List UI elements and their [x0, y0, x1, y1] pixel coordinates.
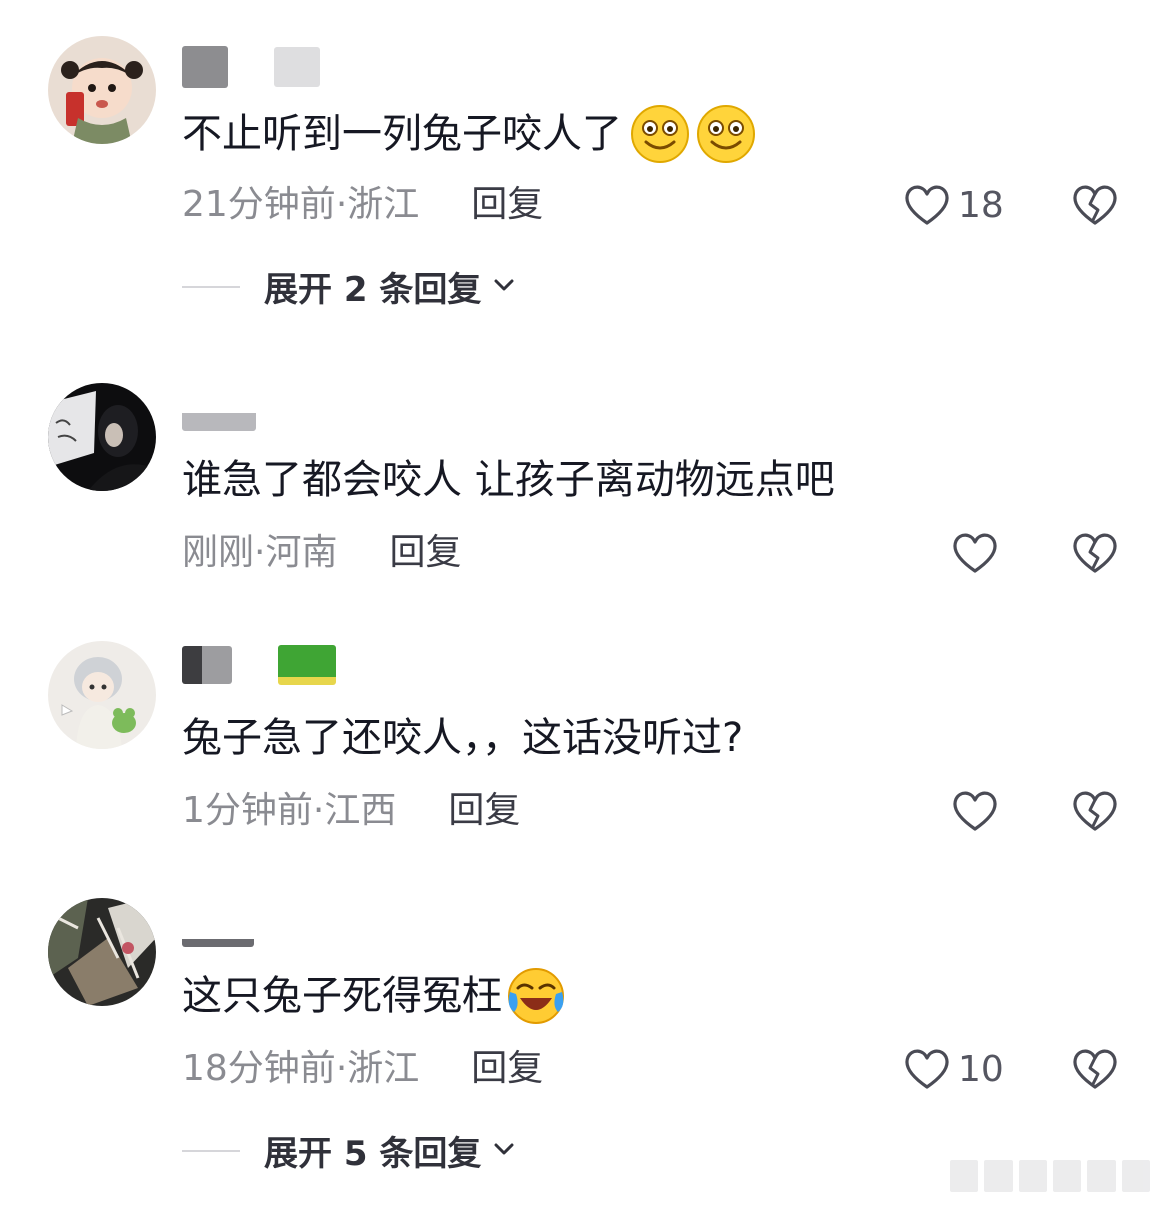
like-button[interactable] — [950, 786, 1000, 836]
comment-text-row: 谁急了都会咬人 让孩子离动物远点吧 — [182, 452, 835, 508]
laughing-crying-face-icon — [506, 966, 566, 1026]
like-count: 18 — [958, 184, 1004, 226]
divider-line — [182, 285, 240, 288]
avatar[interactable] — [48, 898, 156, 1006]
username[interactable] — [182, 44, 366, 90]
expand-replies-label: 展开 5 条回复 — [264, 1134, 482, 1174]
meta-separator: · — [335, 1048, 348, 1089]
comment-meta: 刚刚 · 河南 回复 — [182, 528, 462, 578]
broken-heart-icon[interactable] — [1070, 1044, 1120, 1094]
comment-time: 1分钟前 — [182, 790, 313, 831]
grinning-face-icon — [696, 104, 756, 164]
divider-line — [182, 1149, 240, 1152]
like-button[interactable]: 10 — [902, 1044, 1004, 1094]
expand-replies-button[interactable]: 展开 2 条回复 — [182, 262, 517, 311]
username-redacted-block — [182, 403, 256, 431]
broken-heart-icon[interactable] — [1070, 528, 1120, 578]
username[interactable] — [182, 906, 300, 952]
grinning-face-icon — [630, 104, 690, 164]
chevron-down-icon — [481, 267, 517, 307]
comment-text-row: 这只兔子死得冤枉 — [182, 966, 566, 1026]
meta-separator: · — [312, 790, 325, 831]
like-button[interactable]: 18 — [902, 180, 1004, 230]
chevron-down-icon — [481, 1131, 517, 1171]
comment-text: 不止听到一列兔子咬人了 — [182, 111, 622, 157]
comment-text: 谁急了都会咬人 让孩子离动物远点吧 — [182, 457, 835, 503]
like-button[interactable] — [950, 528, 1000, 578]
heart-icon — [902, 1044, 952, 1094]
username[interactable] — [182, 642, 382, 688]
comment-time: 18分钟前 — [182, 1048, 336, 1089]
comment-text: 这只兔子死得冤枉 — [182, 973, 502, 1019]
meta-separator: · — [254, 532, 266, 573]
comment-text: 兔子急了还咬人，，这话没听过? — [182, 715, 744, 761]
heart-icon — [950, 528, 1000, 578]
comment-meta: 18分钟前 · 浙江 回复 — [182, 1044, 543, 1094]
comment-meta: 1分钟前 · 江西 回复 — [182, 786, 520, 836]
username-redacted-block — [182, 911, 254, 947]
comment-text-row: 不止听到一列兔子咬人了 — [182, 104, 756, 164]
avatar[interactable] — [48, 383, 156, 491]
username-redacted-block — [182, 46, 228, 88]
comment-time: 21分钟前 — [182, 184, 336, 225]
comment-location: 江西 — [324, 790, 397, 831]
avatar[interactable] — [48, 36, 156, 144]
comment-time: 刚刚 — [182, 532, 255, 573]
comment-text-row: 兔子急了还咬人，，这话没听过? — [182, 710, 743, 766]
broken-heart-icon[interactable] — [1070, 180, 1120, 230]
like-count: 10 — [958, 1048, 1004, 1090]
avatar[interactable] — [48, 641, 156, 749]
username[interactable] — [182, 394, 302, 440]
reply-button[interactable]: 回复 — [471, 180, 543, 230]
broken-heart-icon[interactable] — [1070, 786, 1120, 836]
heart-icon — [902, 180, 952, 230]
comment-location: 河南 — [265, 532, 338, 573]
username-redacted-block — [278, 645, 336, 685]
reply-button[interactable]: 回复 — [448, 786, 520, 836]
comment-location: 浙江 — [347, 184, 420, 225]
expand-replies-label: 展开 2 条回复 — [264, 270, 482, 310]
meta-separator: · — [335, 184, 348, 225]
watermark — [950, 1160, 1150, 1192]
comment-meta: 21分钟前 · 浙江 回复 — [182, 180, 543, 230]
username-redacted-block — [274, 47, 320, 87]
heart-icon — [950, 786, 1000, 836]
expand-replies-button[interactable]: 展开 5 条回复 — [182, 1126, 517, 1175]
username-redacted-block — [182, 646, 232, 684]
comment-location: 浙江 — [347, 1048, 420, 1089]
reply-button[interactable]: 回复 — [389, 528, 461, 578]
reply-button[interactable]: 回复 — [471, 1044, 543, 1094]
